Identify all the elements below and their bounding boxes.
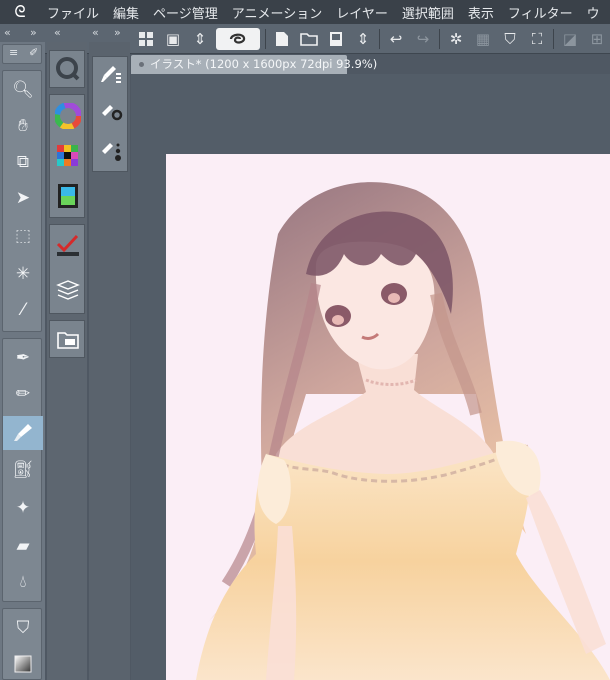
fill-bucket-icon[interactable]: ⛉ (499, 28, 521, 50)
pen-small-icon[interactable]: ✐ (29, 46, 38, 59)
left-eye-highlight (332, 315, 344, 325)
brush-size-icon[interactable] (97, 137, 125, 165)
layout-grid-icon[interactable] (135, 28, 157, 50)
menu-bar: ᘓ ファイル 編集 ページ管理 アニメーション レイヤー 選択範囲 表示 フィル… (0, 0, 610, 24)
deselect-icon[interactable]: ◪ (559, 28, 581, 50)
app-logo-icon[interactable]: ᘓ (0, 2, 40, 22)
tool-property-icon[interactable] (97, 99, 125, 127)
clear-icon[interactable]: ✲ (445, 28, 467, 50)
decoration-icon[interactable]: ✦ (3, 493, 43, 523)
divider (553, 29, 554, 49)
gradient-icon[interactable] (3, 649, 43, 679)
fill-icon[interactable]: ⛉ (3, 613, 43, 643)
pen-icon[interactable]: ✒ (3, 343, 43, 373)
transform-icon[interactable]: ▦ (472, 28, 494, 50)
collapse-left-icon[interactable]: « (4, 26, 11, 40)
operation-icon[interactable]: ➤ (3, 183, 43, 213)
divider (265, 29, 266, 49)
tool-group-fill: ⛉ (2, 608, 42, 680)
selection-icon[interactable]: ⬚ (3, 221, 43, 251)
palette-header: ≡ ✐ (2, 44, 42, 64)
menu-page[interactable]: ページ管理 (146, 3, 225, 22)
collapse-sub-icon[interactable]: « (54, 26, 61, 40)
undo-icon[interactable]: ↩ (385, 28, 407, 50)
move-icon[interactable]: ⧉ (3, 147, 43, 177)
scale-icon[interactable]: ⛶ (526, 28, 548, 50)
menu-icon[interactable]: ≡ (9, 46, 18, 59)
sub-tool-panel (92, 56, 128, 172)
redo-icon[interactable]: ↪ (412, 28, 434, 50)
clip-studio-logo-button[interactable] (216, 28, 260, 50)
tool-group-view: 🔍︎ ✋︎ ⧉ ➤ ⬚ ✳ ⁄ (2, 70, 42, 332)
open-folder-icon[interactable] (298, 28, 320, 50)
color-wheel-icon[interactable] (53, 101, 83, 131)
menu-view[interactable]: 表示 (461, 3, 501, 22)
navigator-panel (49, 50, 85, 88)
collapse-prop-right-icon[interactable]: » (114, 26, 121, 40)
auto-select-icon[interactable]: ✳ (3, 259, 43, 289)
menu-filter[interactable]: フィルター (501, 3, 580, 22)
color-set-icon[interactable] (53, 141, 83, 171)
save-icon[interactable] (325, 28, 347, 50)
command-bar: ▣ ⇕ ⇕ ↩ ↪ ✲ ▦ ⛉ ⛶ ◪ ⊞ (131, 25, 610, 53)
layer-property-icon[interactable] (53, 231, 83, 261)
up-down-stepper-icon[interactable]: ⇕ (352, 28, 374, 50)
material-panel (49, 320, 85, 358)
document-tab-title: イラスト* (1200 x 1600px 72dpi 93.9%) (150, 57, 378, 71)
blend-icon[interactable]: 💧︎ (3, 567, 43, 597)
navigator-icon[interactable] (53, 54, 83, 84)
pencil-icon[interactable]: ✏ (3, 379, 43, 409)
menu-window[interactable]: ウ (580, 3, 607, 22)
sub-tool-brush-icon[interactable] (97, 61, 125, 89)
material-folder-icon[interactable] (53, 325, 83, 355)
zoom-icon[interactable]: 🔍︎ (3, 75, 43, 105)
menu-animation[interactable]: アニメーション (225, 3, 329, 22)
layer-panels (49, 224, 85, 314)
screen-mode-icon[interactable]: ▣ (162, 28, 184, 50)
illustration (196, 182, 610, 680)
hand-icon[interactable]: ✋︎ (3, 111, 43, 141)
divider (379, 29, 380, 49)
collapse-right-icon[interactable]: » (30, 26, 37, 40)
color-history-icon[interactable] (53, 181, 83, 211)
airbrush-icon[interactable]: ⛽︎ (3, 455, 43, 485)
layer-icon[interactable] (53, 275, 83, 305)
menu-layer[interactable]: レイヤー (329, 3, 395, 22)
right-eye-highlight (388, 293, 400, 303)
menu-selection[interactable]: 選択範囲 (395, 3, 461, 22)
menu-file[interactable]: ファイル (40, 3, 106, 22)
eraser-icon[interactable]: ▰ (3, 531, 43, 561)
document-tab[interactable]: イラスト* (1200 x 1600px 72dpi 93.9%) (131, 55, 377, 74)
divider (439, 29, 440, 49)
new-file-icon[interactable] (271, 28, 293, 50)
tab-close-icon[interactable] (139, 62, 144, 67)
crop-icon[interactable]: ⊞ (586, 28, 608, 50)
collapse-prop-icon[interactable]: « (92, 26, 99, 40)
canvas-paper[interactable] (166, 154, 610, 680)
tool-group-drawing: ✒ ✏ ⛽︎ ✦ ▰ 💧︎ (2, 338, 43, 602)
menu-edit[interactable]: 編集 (106, 3, 146, 22)
brush-icon[interactable] (3, 416, 43, 450)
color-panels (49, 94, 85, 218)
up-down-stepper-icon[interactable]: ⇕ (189, 28, 211, 50)
eyedropper-icon[interactable]: ⁄ (3, 295, 43, 325)
